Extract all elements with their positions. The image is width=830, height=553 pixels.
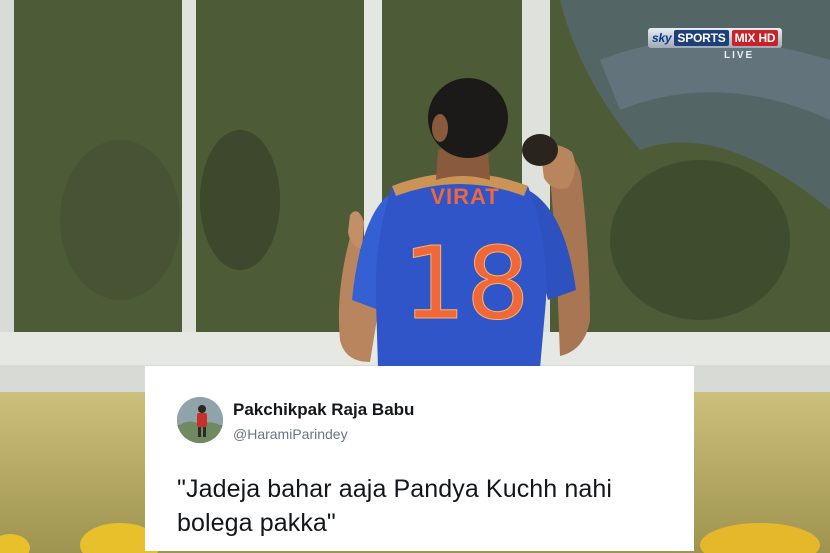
live-indicator: LIVE (724, 50, 755, 61)
interior-shadow-left (200, 130, 280, 270)
broadcaster-logo: sky SPORTS MIX HD LIVE (648, 28, 788, 62)
window-frame-mid-left (182, 0, 196, 345)
tweet-display-name[interactable]: Pakchikpak Raja Babu (233, 400, 414, 420)
person-through-window (522, 134, 558, 166)
broadcaster-channel: SPORTS (674, 30, 729, 46)
meme-image: VIRAT 18 sky SPORTS MIX HD LIVE Pakchikp… (0, 0, 830, 553)
broadcaster-variant: MIX HD (731, 30, 779, 46)
person-photo-avatar-icon (177, 397, 223, 443)
tweet-card: Pakchikpak Raja Babu @HaramiParindey "Ja… (145, 366, 694, 551)
player-ear (432, 114, 448, 142)
tweet-text: "Jadeja bahar aaja Pandya Kuchh nahi bol… (177, 475, 613, 537)
jersey-number: 18 (402, 225, 529, 342)
broadcaster-logo-bar: sky SPORTS MIX HD (648, 28, 783, 48)
tweet-handle[interactable]: @HaramiParindey (233, 426, 348, 442)
window-frame-left (0, 0, 14, 345)
interior-shadow-far-left (60, 140, 180, 300)
broadcaster-brand: sky (652, 31, 672, 45)
interior-shadow-right (610, 160, 790, 320)
jersey-name: VIRAT (430, 184, 499, 209)
avatar[interactable] (177, 397, 223, 443)
